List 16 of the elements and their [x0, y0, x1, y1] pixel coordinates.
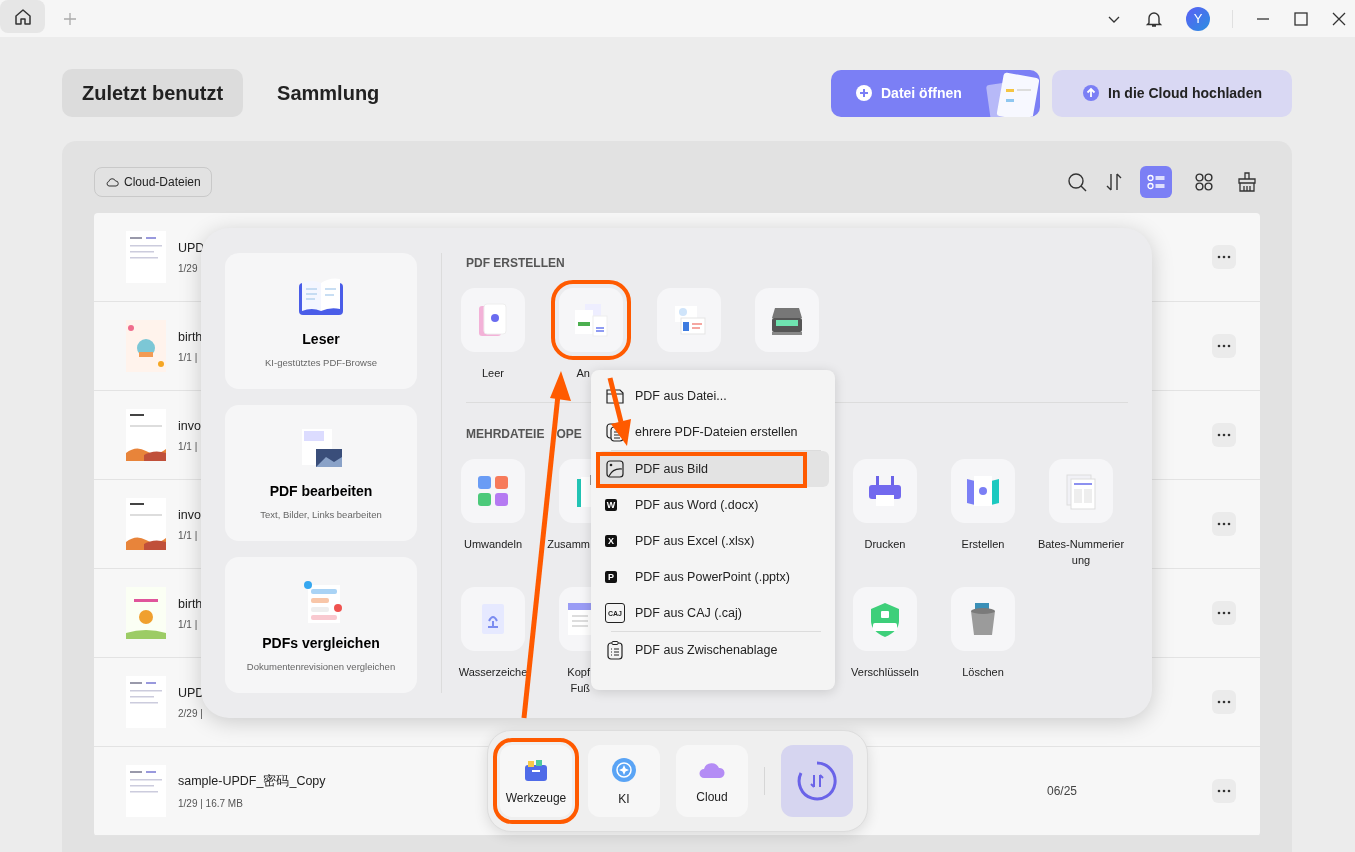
- file-meta: 1/29: [178, 262, 198, 274]
- file-date: 06/25: [1046, 784, 1077, 798]
- file-name: invo: [178, 507, 201, 522]
- file-name: sample-UPDF_密码_Copy: [178, 773, 326, 790]
- file-meta: 2/29 |: [178, 707, 203, 719]
- file-meta: 1/29 | 16.7 MB: [178, 798, 243, 809]
- file-meta: 1/1 |: [178, 529, 198, 541]
- section-heading: OPE: [556, 426, 582, 441]
- file-name: birth: [178, 596, 203, 611]
- file-meta: 1/1 |: [178, 440, 198, 452]
- file-meta: 1/1 |: [178, 618, 198, 630]
- file-meta: 1/1 |: [178, 351, 198, 363]
- file-name: invo: [178, 418, 201, 433]
- file-name: birth: [178, 329, 203, 344]
- section-heading: MEHRDATEIE: [466, 426, 545, 441]
- section-heading: PDF ERSTELLEN: [466, 256, 565, 270]
